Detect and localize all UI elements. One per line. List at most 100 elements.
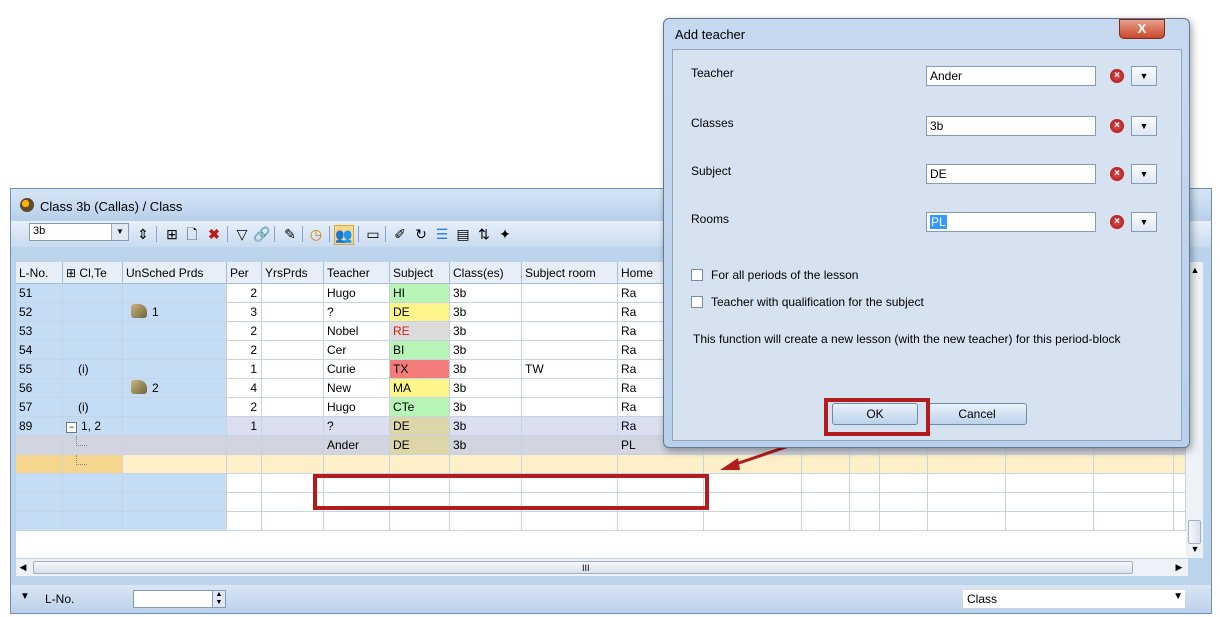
col-header-subject[interactable]: Subject	[390, 262, 450, 284]
cell-unsched[interactable]	[123, 284, 227, 303]
cell-per[interactable]: 2	[227, 398, 262, 417]
cell-teacher[interactable]: Hugo	[324, 398, 390, 417]
cell-clte[interactable]: (i)	[63, 398, 123, 417]
cell-clte[interactable]: −1, 2	[63, 417, 123, 436]
cell-unsched[interactable]	[123, 417, 227, 436]
clear-classes-icon[interactable]: ×	[1110, 119, 1124, 133]
cell-gap4[interactable]	[880, 493, 928, 512]
cell-room[interactable]	[522, 455, 618, 474]
cell-unsched[interactable]	[123, 512, 227, 531]
link-icon[interactable]: 🔗	[253, 225, 271, 243]
cell-yrs[interactable]	[262, 284, 324, 303]
cell-gap3[interactable]	[850, 512, 880, 531]
cell-classes[interactable]: 3b	[450, 322, 522, 341]
horizontal-scroll-thumb[interactable]: III	[33, 561, 1133, 574]
cell-teacher[interactable]: New	[324, 379, 390, 398]
col-header-yrsprds[interactable]: YrsPrds	[262, 262, 324, 284]
sort-icon[interactable]: ⇅	[475, 225, 493, 243]
cell-unsched[interactable]	[123, 341, 227, 360]
cell-room[interactable]	[522, 436, 618, 455]
cell-yrs[interactable]	[262, 455, 324, 474]
collapse-icon[interactable]: −	[66, 422, 77, 433]
cell-classes[interactable]: 3b	[450, 417, 522, 436]
cell-room[interactable]	[522, 303, 618, 322]
cell-extra1[interactable]	[1006, 493, 1094, 512]
cell-per[interactable]: 1	[227, 360, 262, 379]
expand-icon[interactable]: ⊞	[163, 225, 181, 243]
cell-unsched[interactable]: 2	[123, 379, 227, 398]
spin-icon[interactable]: ⇕	[134, 225, 152, 243]
cell-clte[interactable]: (i)	[63, 360, 123, 379]
cell-lno[interactable]: 54	[16, 341, 63, 360]
cell-yrs[interactable]	[262, 436, 324, 455]
list-icon[interactable]: ☰	[433, 225, 451, 243]
cell-subject[interactable]	[390, 512, 450, 531]
cell-gap4[interactable]	[880, 512, 928, 531]
report-icon[interactable]: ▤	[454, 225, 472, 243]
cell-gap6[interactable]	[1174, 493, 1186, 512]
cell-room[interactable]: TW	[522, 360, 618, 379]
scroll-right-icon[interactable]: ▶	[1172, 559, 1186, 576]
cell-subject[interactable]: DE	[390, 436, 450, 455]
clear-subject-icon[interactable]: ×	[1110, 167, 1124, 181]
cell-unsched[interactable]	[123, 455, 227, 474]
cell-room[interactable]	[522, 284, 618, 303]
cell-room[interactable]	[522, 322, 618, 341]
col-header-unsched[interactable]: UnSched Prds	[123, 262, 227, 284]
cell-teacher[interactable]: ?	[324, 417, 390, 436]
cell-gap5[interactable]	[928, 474, 1006, 493]
cell-lno[interactable]	[16, 474, 63, 493]
cell-yrs[interactable]	[262, 360, 324, 379]
chevron-down-icon[interactable]: ▼	[1173, 591, 1183, 602]
cell-teacher[interactable]: Cer	[324, 341, 390, 360]
horizontal-scrollbar[interactable]: ◀ III ▶	[16, 558, 1188, 576]
cell-lno[interactable]: 57	[16, 398, 63, 417]
cell-gap5[interactable]	[928, 493, 1006, 512]
cell-lno[interactable]	[16, 512, 63, 531]
cell-subject[interactable]: DE	[390, 303, 450, 322]
cell-extra1[interactable]	[1006, 512, 1094, 531]
filter-icon[interactable]: ▽	[233, 225, 251, 243]
cell-clte[interactable]	[63, 455, 123, 474]
cell-lno[interactable]: 51	[16, 284, 63, 303]
cell-lno[interactable]	[16, 493, 63, 512]
cell-clte[interactable]	[63, 284, 123, 303]
cell-yrs[interactable]	[262, 512, 324, 531]
rooms-dropdown-icon[interactable]: ▼	[1131, 212, 1157, 232]
cell-per[interactable]: 4	[227, 379, 262, 398]
cell-per[interactable]: 2	[227, 284, 262, 303]
cell-unsched[interactable]	[123, 398, 227, 417]
cell-classes[interactable]: 3b	[450, 436, 522, 455]
cell-clte[interactable]	[63, 341, 123, 360]
cell-gap3[interactable]	[850, 455, 880, 474]
col-header-teacher[interactable]: Teacher	[324, 262, 390, 284]
cell-subject[interactable]: DE	[390, 417, 450, 436]
cell-teacher[interactable]	[324, 512, 390, 531]
cell-classes[interactable]: 3b	[450, 303, 522, 322]
classes-field[interactable]: 3b	[926, 116, 1096, 136]
cell-per[interactable]	[227, 474, 262, 493]
cell-lno[interactable]: 52	[16, 303, 63, 322]
cell-room[interactable]	[522, 398, 618, 417]
cell-classes[interactable]: 3b	[450, 379, 522, 398]
cell-subject[interactable]	[390, 455, 450, 474]
wand-icon[interactable]: ✎	[281, 225, 299, 243]
cell-gap2[interactable]	[802, 493, 850, 512]
cell-gap[interactable]	[704, 512, 802, 531]
cell-yrs[interactable]	[262, 398, 324, 417]
cell-clte[interactable]	[63, 322, 123, 341]
cell-per[interactable]	[227, 512, 262, 531]
cell-gap[interactable]	[704, 493, 802, 512]
cell-subject[interactable]: HI	[390, 284, 450, 303]
classes-dropdown-icon[interactable]: ▼	[1131, 116, 1157, 136]
cell-per[interactable]	[227, 493, 262, 512]
col-header-lno[interactable]: L-No.	[16, 262, 63, 284]
teacher-dropdown-icon[interactable]: ▼	[1131, 66, 1157, 86]
cancel-button[interactable]: Cancel	[927, 403, 1027, 425]
cell-gap3[interactable]	[850, 474, 880, 493]
cell-clte[interactable]	[63, 379, 123, 398]
cell-teacher[interactable]: Ander	[324, 436, 390, 455]
cell-room[interactable]	[522, 341, 618, 360]
cell-teacher[interactable]: ?	[324, 303, 390, 322]
cell-extra2[interactable]	[1094, 493, 1174, 512]
